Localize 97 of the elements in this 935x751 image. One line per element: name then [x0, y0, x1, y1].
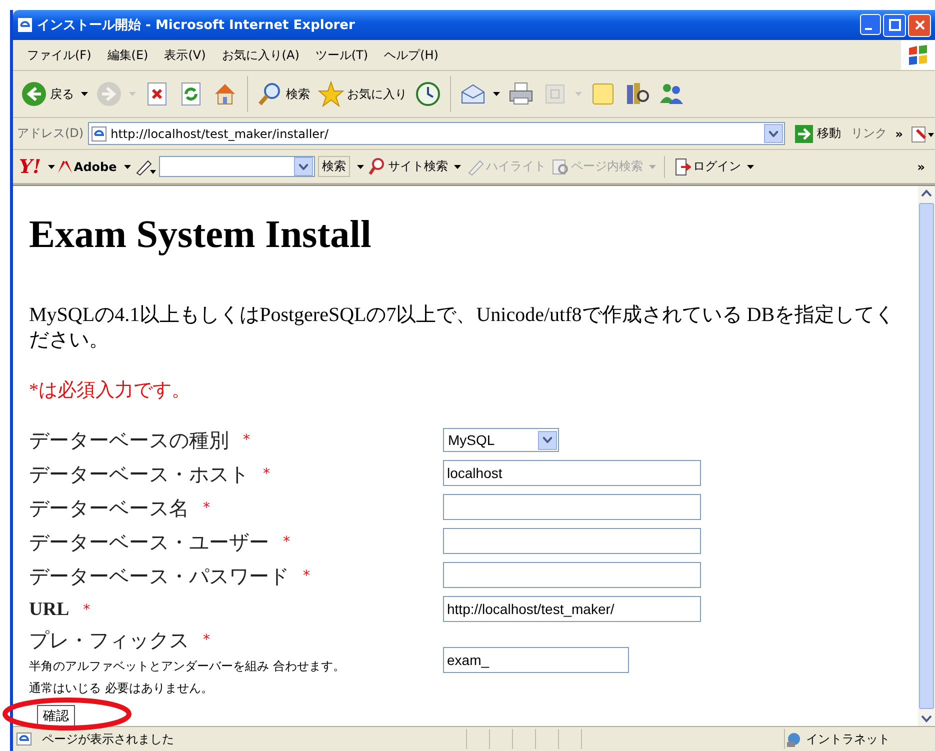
field-label: データーベースの種別	[29, 427, 229, 454]
window-title: インストール開始 - Microsoft Internet Explorer	[37, 17, 356, 34]
dropdown-caret-icon	[81, 92, 88, 96]
search-site-icon	[368, 158, 386, 176]
text-field[interactable]: localhost	[443, 460, 701, 486]
required-mark: *	[283, 533, 290, 552]
dropdown-caret-icon	[648, 164, 656, 168]
adobe-button[interactable]: Adobe	[58, 160, 117, 174]
close-icon	[914, 19, 926, 31]
dropdown-caret-icon	[746, 164, 754, 168]
people-icon	[658, 81, 684, 107]
search-icon	[257, 81, 283, 107]
zone-text: イントラネット	[806, 730, 890, 748]
star-button[interactable]: お気に入り	[316, 79, 409, 109]
links-button[interactable]: リンク	[851, 125, 888, 142]
search-button[interactable]: 検索	[255, 79, 312, 109]
page-icon	[16, 731, 32, 747]
search-field[interactable]	[158, 156, 315, 177]
vertical-scrollbar[interactable]	[918, 186, 935, 726]
page-search-icon	[550, 158, 569, 176]
dropdown-button[interactable]	[294, 157, 313, 176]
text-field[interactable]: http://localhost/test_maker/	[443, 596, 701, 622]
document-icon	[911, 124, 935, 144]
browser-icon	[17, 17, 33, 33]
field-label: データーベース・パスワード	[29, 563, 289, 590]
books-icon	[624, 81, 650, 107]
adobe-label: Adobe	[74, 160, 117, 174]
intranet-icon	[785, 731, 803, 747]
text-field[interactable]	[443, 494, 701, 520]
page-icon	[90, 126, 107, 142]
menu-item[interactable]: ファイル(F)	[19, 46, 100, 64]
menu-item[interactable]: 表示(V)	[156, 46, 214, 64]
menu-item[interactable]: お気に入り(A)	[214, 46, 308, 64]
dropdown-caret-icon	[454, 164, 461, 168]
search-button[interactable]: 検索	[318, 156, 350, 177]
back-arrow-button[interactable]: 戻る	[19, 79, 90, 109]
dropdown-caret-icon	[48, 164, 55, 168]
field-label: URL	[29, 598, 70, 622]
more-button[interactable]: »	[891, 126, 907, 140]
chevron-down-icon	[769, 130, 778, 136]
required-mark: *	[83, 601, 90, 620]
menu-item[interactable]: ヘルプ(H)	[376, 46, 446, 64]
intro-text: MySQLの4.1以上もしくはPostgereSQLの7以上で、Unicode/utf8で作成されている DBを指定してください。	[29, 303, 896, 353]
text-field[interactable]	[443, 562, 701, 588]
minimize-button[interactable]	[860, 14, 881, 34]
dropdown-button[interactable]	[538, 430, 557, 450]
chevron-down-icon	[543, 437, 552, 443]
star-icon	[318, 81, 344, 107]
dropdown-caret-icon	[129, 92, 136, 96]
required-mark: *	[203, 499, 210, 518]
more-button[interactable]: »	[913, 160, 929, 174]
flag-logo-icon	[907, 44, 929, 66]
close-button[interactable]	[908, 14, 931, 36]
required-mark: *	[243, 431, 250, 450]
menu-item[interactable]: 編集(E)	[99, 46, 156, 64]
confirm-button[interactable]: 確認	[37, 705, 75, 726]
minimize-icon	[865, 28, 872, 30]
maximize-icon	[888, 19, 900, 31]
toolbar-button[interactable]: サイト検索	[366, 156, 462, 176]
hint-text: 通常はいじる 必要はありません。	[29, 680, 214, 697]
field-label: データーベース・ホスト	[29, 461, 249, 488]
hint-text: 半角のアルファベットとアンダーバーを組み 合わせます。	[29, 658, 346, 675]
login-door-icon	[672, 158, 691, 176]
text-field[interactable]	[443, 528, 701, 554]
field-label: プレ・フィックス	[29, 627, 189, 654]
dropdown-caret-icon	[124, 164, 131, 168]
status-text: ページが表示されました	[42, 730, 175, 748]
toolbar-button[interactable]: ログイン	[672, 156, 755, 176]
dropdown-caret-icon	[575, 92, 582, 96]
pencil-icon	[134, 158, 156, 176]
address-label: アドレス(D)	[17, 125, 84, 142]
field-label: データーベース名	[29, 495, 189, 522]
required-mark: *	[303, 567, 310, 586]
highlighter-icon	[466, 158, 484, 176]
adobe-logo-icon	[58, 160, 72, 172]
printer-icon	[508, 81, 534, 107]
required-mark: *	[263, 465, 270, 484]
go-button[interactable]: 移動	[789, 124, 848, 144]
dropdown-caret-icon	[356, 164, 364, 168]
history-icon	[415, 81, 441, 107]
note-icon	[590, 81, 616, 107]
dropdown-button[interactable]	[764, 124, 784, 143]
history-button[interactable]	[413, 79, 443, 109]
field-label: データーベース・ユーザー	[29, 529, 269, 556]
scroll-thumb[interactable]	[919, 203, 934, 709]
chevron-down-icon	[298, 164, 308, 170]
page-heading: Exam System Install	[29, 212, 372, 257]
arrow-right-icon	[795, 124, 814, 142]
dropdown-caret-icon	[493, 92, 500, 96]
required-mark: *	[203, 631, 210, 650]
maximize-button[interactable]	[883, 14, 906, 36]
database-type-dropdown[interactable]: MySQL	[443, 428, 559, 452]
yahoo-logo[interactable]: Y!	[19, 156, 41, 178]
menu-item[interactable]: ツール(T)	[307, 46, 376, 64]
text-field[interactable]: exam_	[443, 647, 629, 673]
address-field[interactable]: http://localhost/test_maker/installer/	[88, 122, 786, 145]
required-note: *は必須入力です。	[29, 379, 192, 403]
